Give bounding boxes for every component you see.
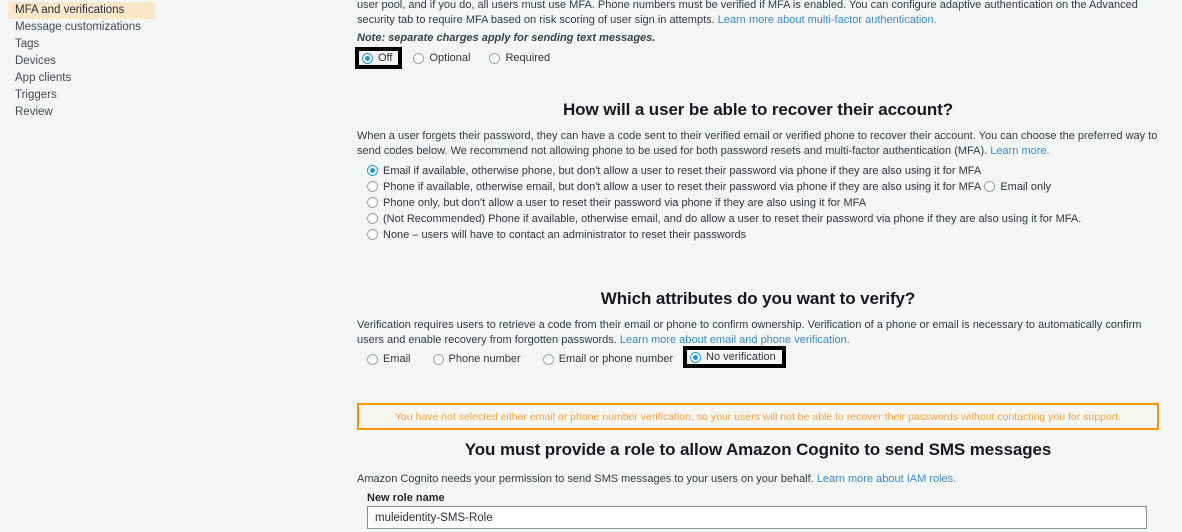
verification-heading: Which attributes do you want to verify? [600, 289, 916, 308]
radio-icon[interactable] [432, 353, 444, 365]
radio-icon[interactable] [367, 213, 378, 224]
verification-option-label: Email or phone number [558, 353, 674, 365]
recovery-option-email-then-phone[interactable]: Email if available, otherwise phone, but… [367, 163, 981, 178]
verification-learn-more-link[interactable]: Learn more about email and phone verific… [620, 334, 850, 346]
sidebar-item-triggers[interactable]: Triggers [8, 87, 155, 104]
page-root: MFA and verifications Message customizat… [0, 0, 1182, 532]
recovery-option-label: Phone if available, otherwise email, but… [383, 180, 982, 193]
sidebar-item-label: Tags [15, 38, 40, 50]
sms-role-description-text: Amazon Cognito needs your permission to … [357, 473, 814, 485]
sidebar-item-label: Review [15, 106, 53, 118]
verification-option-no-verification[interactable]: No verification [690, 351, 776, 363]
mfa-option-off-label: Off [378, 52, 393, 64]
verification-option-label: Phone number [448, 353, 521, 365]
mfa-intro-paragraph: user pool, and if you do, all users must… [357, 0, 1163, 27]
mfa-option-optional[interactable]: Optional [413, 52, 470, 64]
verification-option-label: No verification [706, 351, 776, 363]
recovery-option-phone-only[interactable]: Phone only, but don't allow a user to re… [367, 195, 866, 210]
recovery-option-label: Email if available, otherwise phone, but… [383, 164, 982, 177]
sidebar-item-label: App clients [15, 72, 72, 84]
verification-options-group: Email Phone number Email or phone number… [367, 346, 786, 368]
sidebar-item-devices[interactable]: Devices [8, 53, 155, 70]
recovery-option-email-only[interactable]: Email only [984, 179, 1051, 194]
recovery-option-none[interactable]: None – users will have to contact an adm… [367, 227, 746, 242]
mfa-option-required[interactable]: Required [489, 52, 550, 64]
radio-icon[interactable] [367, 181, 378, 192]
recovery-heading: How will a user be able to recover their… [563, 100, 953, 119]
new-role-name-input[interactable] [367, 506, 1147, 529]
radio-icon[interactable] [690, 351, 702, 363]
mfa-options-group: Off Optional Required [355, 47, 550, 69]
radio-icon[interactable] [362, 52, 373, 64]
radio-icon[interactable] [367, 165, 378, 176]
recovery-description: When a user forgets their password, they… [357, 129, 1163, 158]
sidebar: MFA and verifications Message customizat… [0, 0, 355, 532]
recovery-option-label: None – users will have to contact an adm… [383, 228, 747, 241]
radio-icon[interactable] [489, 52, 501, 64]
mfa-charges-note: Note: separate charges apply for sending… [357, 32, 656, 44]
verification-option-label: Email [383, 353, 411, 365]
sidebar-item-message-customizations[interactable]: Message customizations [8, 19, 155, 36]
mfa-intro-line2: based on risk scoring of user sign in at… [490, 13, 715, 26]
recovery-option-label: Phone only, but don't allow a user to re… [383, 196, 867, 209]
sidebar-item-label: Triggers [15, 89, 57, 101]
verification-description: Verification requires users to retrieve … [357, 318, 1163, 347]
sidebar-item-tags[interactable]: Tags [8, 36, 155, 53]
verification-warning-banner: You have not selected either email or ph… [357, 403, 1159, 430]
sidebar-item-label: Devices [15, 55, 56, 67]
recovery-learn-more-link[interactable]: Learn more. [990, 145, 1049, 157]
main-content: user pool, and if you do, all users must… [355, 0, 1182, 532]
radio-icon[interactable] [413, 52, 425, 64]
recovery-option-label: Email only [1000, 180, 1052, 193]
sidebar-item-app-clients[interactable]: App clients [8, 70, 155, 87]
verification-warning-text: You have not selected either email or ph… [394, 410, 1122, 423]
radio-icon[interactable] [367, 197, 378, 208]
mfa-option-required-label: Required [505, 52, 551, 64]
radio-icon[interactable] [367, 229, 378, 240]
recovery-option-label: (Not Recommended) Phone if available, ot… [383, 212, 1082, 225]
sms-role-description: Amazon Cognito needs your permission to … [357, 472, 1163, 487]
sms-role-heading: You must provide a role to allow Amazon … [464, 440, 1052, 459]
iam-roles-learn-more-link[interactable]: Learn more about IAM roles. [817, 473, 956, 485]
sidebar-item-review[interactable]: Review [8, 104, 155, 121]
mfa-option-optional-label: Optional [429, 52, 471, 64]
sidebar-item-label: MFA and verifications [15, 4, 125, 16]
recovery-option-not-recommended[interactable]: (Not Recommended) Phone if available, ot… [367, 211, 1081, 226]
mfa-option-off-focus-ring: Off [355, 47, 403, 69]
sidebar-item-label: Message customizations [15, 21, 141, 33]
mfa-learn-more-link[interactable]: Learn more about multi-factor authentica… [718, 14, 937, 26]
new-role-name-label: New role name [367, 492, 445, 504]
mfa-option-off[interactable]: Off [362, 52, 392, 64]
verification-option-no-verification-focus-ring: No verification [683, 346, 786, 368]
sidebar-item-mfa-and-verifications[interactable]: MFA and verifications [8, 2, 155, 19]
verification-option-phone-number[interactable]: Phone number [432, 353, 521, 365]
recovery-option-phone-then-email[interactable]: Phone if available, otherwise email, but… [367, 179, 981, 194]
radio-icon[interactable] [367, 353, 378, 365]
recovery-options-group: Email if available, otherwise phone, but… [367, 163, 1182, 243]
radio-icon[interactable] [542, 353, 554, 365]
verification-option-email[interactable]: Email [367, 353, 411, 365]
verification-option-email-or-phone[interactable]: Email or phone number [542, 353, 674, 365]
radio-icon[interactable] [984, 181, 996, 192]
